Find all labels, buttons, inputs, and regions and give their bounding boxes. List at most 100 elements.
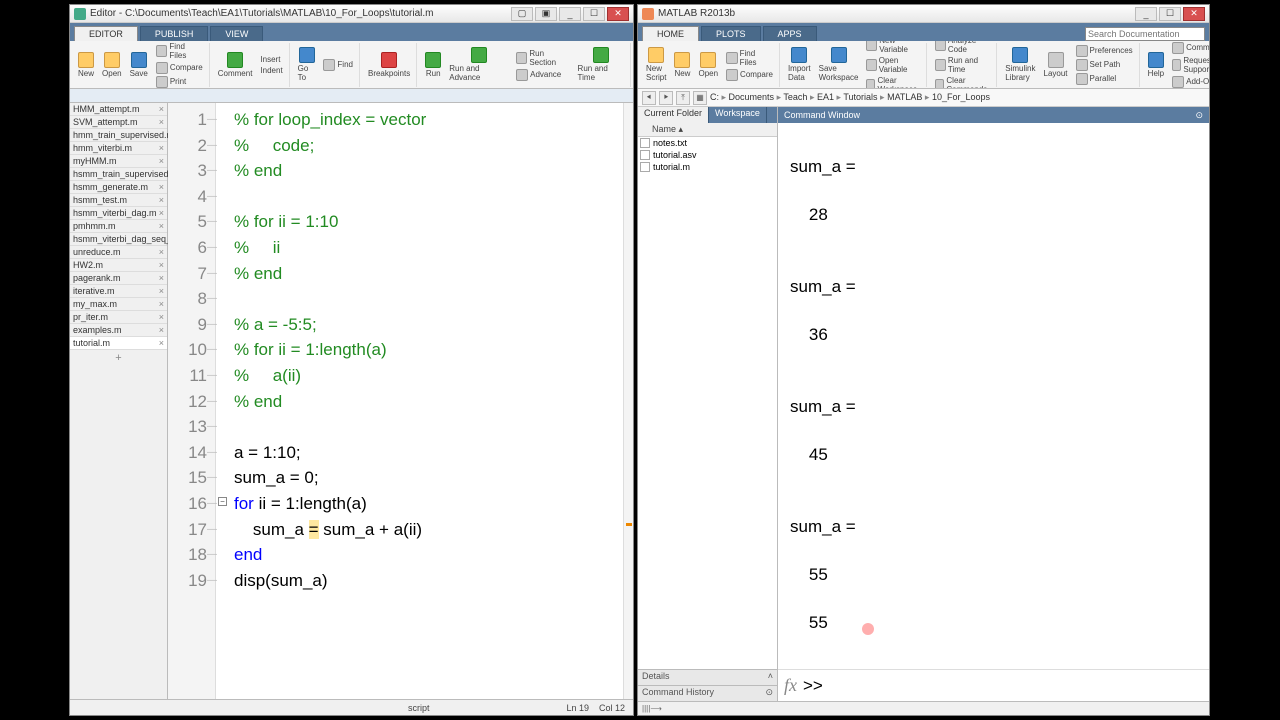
open-file-tab[interactable]: hsmm_train_supervised_...×	[70, 168, 167, 181]
details-panel-header[interactable]: Details˄	[638, 669, 777, 685]
fx-icon[interactable]: fx	[784, 675, 797, 696]
open-file-tab[interactable]: pagerank.m×	[70, 272, 167, 285]
minimize-button[interactable]: _	[1135, 7, 1157, 21]
maximize-button[interactable]: ☐	[1159, 7, 1181, 21]
code-editor[interactable]: 12345678910111213141516171819 − % for lo…	[168, 103, 633, 699]
open-file-tab[interactable]: hsmm_viterbi_dag.m×	[70, 207, 167, 220]
open-file-tab[interactable]: examples.m×	[70, 324, 167, 337]
comment-button[interactable]: Comment	[216, 51, 255, 79]
addons-button[interactable]: Add-Ons	[1170, 75, 1209, 89]
filelist-header[interactable]: Name ▴	[638, 123, 777, 137]
panel-tab-currentfolder[interactable]: Current Folder	[638, 107, 709, 123]
newvar-button[interactable]: New Variable	[864, 41, 922, 55]
close-icon[interactable]: ×	[159, 143, 164, 153]
clearws-button[interactable]: Clear Workspace	[864, 75, 922, 90]
setpath-button[interactable]: Set Path	[1074, 58, 1135, 72]
compare-button[interactable]: Compare	[724, 68, 775, 82]
close-icon[interactable]: ×	[159, 221, 164, 231]
close-icon[interactable]: ×	[159, 182, 164, 192]
file-item[interactable]: notes.txt	[638, 137, 777, 149]
print-button[interactable]: Print	[154, 75, 205, 89]
importdata-button[interactable]: Import Data	[786, 46, 813, 83]
breadcrumb-segment[interactable]: 10_For_Loops	[932, 92, 990, 102]
close-icon[interactable]: ×	[159, 286, 164, 296]
open-file-tab[interactable]: unreduce.m×	[70, 246, 167, 259]
close-button[interactable]: ✕	[1183, 7, 1205, 21]
nav-folder-icon[interactable]: ▦	[693, 91, 707, 105]
tab-plots[interactable]: PLOTS	[701, 26, 761, 41]
close-icon[interactable]: ×	[159, 104, 164, 114]
panel-menu-icon[interactable]: ⊙	[1195, 110, 1203, 121]
findfiles-button[interactable]: Find Files	[154, 41, 205, 61]
close-icon[interactable]: ×	[159, 312, 164, 322]
expand-icon[interactable]: ⊙	[765, 687, 773, 700]
nav-fwd-icon[interactable]: ⯈	[659, 91, 673, 105]
tab-home[interactable]: HOME	[642, 26, 699, 41]
close-icon[interactable]: ×	[159, 195, 164, 205]
close-button[interactable]: ✕	[607, 7, 629, 21]
open-file-tab[interactable]: tutorial.m×	[70, 337, 167, 350]
newscript-button[interactable]: New Script	[644, 46, 668, 83]
runsection-button[interactable]: Run Section	[514, 48, 571, 68]
panel-tab-workspace[interactable]: Workspace	[709, 107, 767, 123]
breadcrumb-segment[interactable]: C:	[710, 92, 719, 102]
prefs-button[interactable]: Preferences	[1074, 44, 1135, 58]
maximize-button[interactable]: ☐	[583, 7, 605, 21]
close-icon[interactable]: ×	[159, 338, 164, 348]
runtime-button[interactable]: Run and Time	[933, 55, 992, 75]
file-item[interactable]: tutorial.m	[638, 161, 777, 173]
tab-publish[interactable]: PUBLISH	[140, 26, 209, 41]
new-tab-button[interactable]: +	[70, 350, 167, 366]
dock2-button[interactable]: ▣	[535, 7, 557, 21]
open-file-tab[interactable]: hmm_train_supervised.m×	[70, 129, 167, 142]
lint-marker[interactable]	[626, 523, 632, 526]
nav-back-icon[interactable]: ⯇	[642, 91, 656, 105]
run-button[interactable]: Run	[423, 51, 443, 79]
close-icon[interactable]: ×	[159, 208, 164, 218]
runadvance-button[interactable]: Run and Advance	[447, 46, 510, 83]
breadcrumb-segment[interactable]: Tutorials	[843, 92, 877, 102]
tab-editor[interactable]: EDITOR	[74, 26, 138, 41]
close-icon[interactable]: ×	[159, 117, 164, 127]
minimize-button[interactable]: _	[559, 7, 581, 21]
open-file-tab[interactable]: iterative.m×	[70, 285, 167, 298]
close-icon[interactable]: ×	[159, 247, 164, 257]
doc-search-input[interactable]	[1085, 27, 1205, 41]
breadcrumb-segment[interactable]: Teach	[783, 92, 807, 102]
find-button[interactable]: Find	[321, 58, 355, 72]
community-button[interactable]: Community	[1170, 41, 1209, 55]
runtime-button[interactable]: Run and Time	[576, 46, 626, 83]
tab-view[interactable]: VIEW	[210, 26, 263, 41]
breakpoints-button[interactable]: Breakpoints	[366, 51, 412, 79]
open-file-tab[interactable]: hmm_viterbi.m×	[70, 142, 167, 155]
nav-up-icon[interactable]: ⤒	[676, 91, 690, 105]
tab-apps[interactable]: APPS	[763, 26, 817, 41]
help-button[interactable]: Help	[1146, 51, 1166, 79]
layout-button[interactable]: Layout	[1042, 51, 1070, 79]
open-file-tab[interactable]: SVM_attempt.m×	[70, 116, 167, 129]
breadcrumb-segment[interactable]: MATLAB	[887, 92, 922, 102]
dock-button[interactable]: ▢	[511, 7, 533, 21]
support-button[interactable]: Request Support	[1170, 55, 1209, 75]
file-item[interactable]: tutorial.asv	[638, 149, 777, 161]
analyze-button[interactable]: Analyze Code	[933, 41, 992, 55]
command-input[interactable]	[823, 676, 1203, 696]
openvar-button[interactable]: Open Variable	[864, 55, 922, 75]
insert-button[interactable]: Insert	[258, 54, 284, 65]
advance-button[interactable]: Advance	[514, 68, 571, 82]
open-file-tab[interactable]: hsmm_generate.m×	[70, 181, 167, 194]
open-file-tab[interactable]: hsmm_test.m×	[70, 194, 167, 207]
close-icon[interactable]: ×	[159, 299, 164, 309]
open-button[interactable]: Open	[696, 51, 720, 79]
indent-button[interactable]: Indent	[258, 65, 284, 76]
goto-button[interactable]: Go To	[296, 46, 318, 83]
breadcrumb-segment[interactable]: Documents	[729, 92, 775, 102]
close-icon[interactable]: ×	[159, 325, 164, 335]
open-file-tab[interactable]: pmhmm.m×	[70, 220, 167, 233]
chevron-up-icon[interactable]: ˄	[768, 671, 773, 684]
command-history-header[interactable]: Command History⊙	[638, 685, 777, 701]
open-file-tab[interactable]: HMM_attempt.m×	[70, 103, 167, 116]
findfiles-button[interactable]: Find Files	[724, 48, 775, 68]
close-icon[interactable]: ×	[159, 260, 164, 270]
close-icon[interactable]: ×	[159, 156, 164, 166]
